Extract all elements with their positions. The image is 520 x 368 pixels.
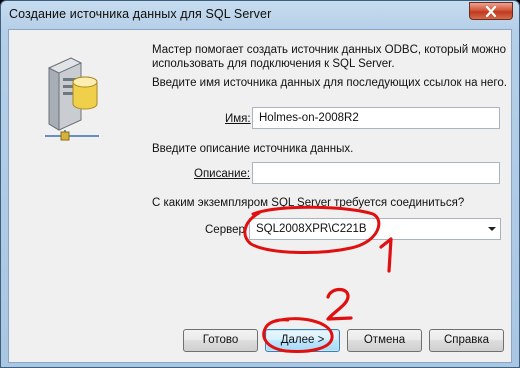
cancel-button[interactable]: Отмена [347,329,422,352]
help-button[interactable]: Справка [429,329,504,352]
intro-line-2: использовать для подключения к SQL Serve… [152,58,395,70]
server-select[interactable]: SQL2008XPR\C221B [249,218,501,240]
name-input[interactable]: Holmes-on-2008R2 [252,107,500,129]
server-select-value: SQL2008XPR\C221B [256,223,367,235]
finish-button[interactable]: Готово [183,329,258,352]
name-prompt: Введите имя источника данных для последу… [152,77,507,89]
title-bar[interactable]: Создание источника данных для SQL Server [1,1,519,29]
close-icon [485,5,497,17]
dialog-window: Создание источника данных для SQL Server [0,0,520,368]
server-prompt: С каким экземпляром SQL Server требуется… [152,197,465,209]
description-input[interactable] [252,162,500,184]
name-label: Имя: [225,113,251,125]
server-database-icon [39,48,109,143]
description-prompt: Введите описание источника данных. [152,143,354,155]
window-title: Создание источника данных для SQL Server [9,7,272,21]
dropdown-arrow-icon[interactable] [488,227,496,231]
close-button[interactable] [469,2,513,20]
description-label: Описание: [194,168,251,180]
next-button[interactable]: Далее > [265,329,340,352]
server-label: Сервер [205,224,245,236]
intro-line-1: Мастер помогает создать источник данных … [152,44,507,56]
dialog-content: Мастер помогает создать источник данных … [8,29,512,363]
